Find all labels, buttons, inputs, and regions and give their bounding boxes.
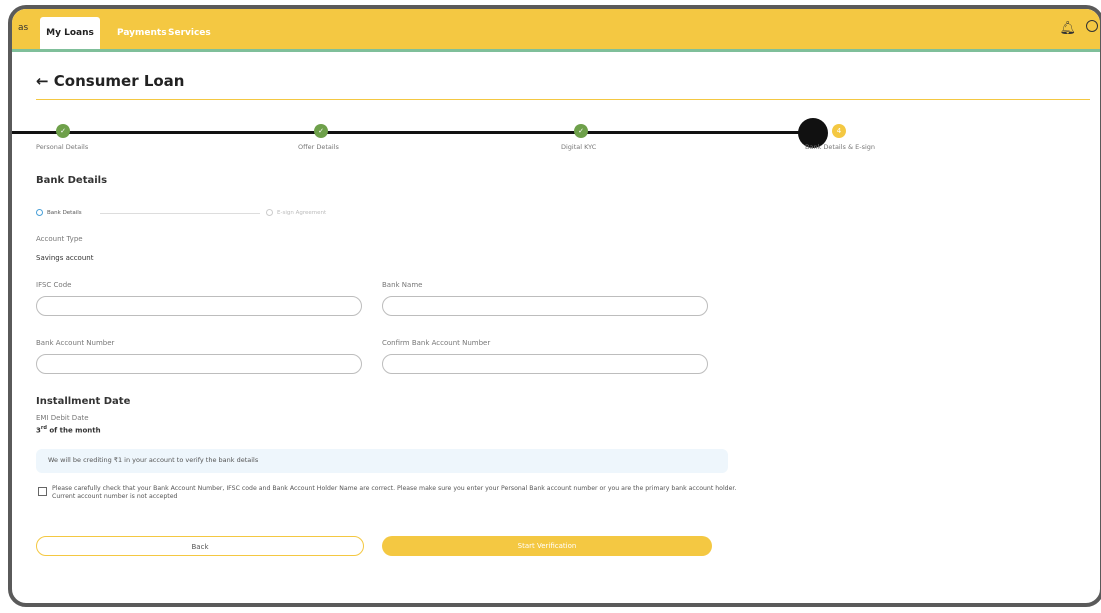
account-type-value: Savings account <box>36 254 94 262</box>
start-verification-button[interactable]: Start Verification <box>382 536 712 556</box>
step-3-check-icon: ✓ <box>574 124 588 138</box>
emi-value: 3rd of the month <box>36 425 101 434</box>
tab-my-loans[interactable]: My Loans <box>40 17 100 49</box>
tab-payments[interactable]: Payments <box>117 17 167 49</box>
emi-rest: of the month <box>46 426 101 435</box>
step-label-offer: Offer Details <box>298 143 339 151</box>
consent-text: Please carefully check that your Bank Ac… <box>52 485 737 500</box>
consent-checkbox[interactable] <box>38 487 47 496</box>
info-text: We will be crediting ₹1 in your account … <box>48 456 259 464</box>
substep-bank-details: Bank Details <box>36 209 82 216</box>
step-1-check-icon: ✓ <box>56 124 70 138</box>
ifsc-label: IFSC Code <box>36 281 72 289</box>
emi-label: EMI Debit Date <box>36 414 89 422</box>
page-title[interactable]: ← Consumer Loan <box>36 72 184 90</box>
account-type-label: Account Type <box>36 235 83 243</box>
step-label-personal: Personal Details <box>36 143 89 151</box>
info-banner: We will be crediting ₹1 in your account … <box>36 449 728 473</box>
step-label-bank: Bank Details & E-sign <box>805 143 876 151</box>
bell-icon[interactable]: 🔔︎ <box>1059 21 1076 36</box>
substep-active-icon <box>36 209 43 216</box>
substep-esign-label: E-sign Agreement <box>277 210 327 216</box>
substep-line <box>100 213 260 214</box>
bank-name-input[interactable] <box>382 296 708 316</box>
account-number-input[interactable] <box>36 354 362 374</box>
step-2-check-icon: ✓ <box>314 124 328 138</box>
user-icon[interactable] <box>1086 20 1098 32</box>
browser-frame: as My Loans Payments Services 🔔︎ ← Consu… <box>8 5 1101 607</box>
step-4-number: 4 <box>832 124 846 138</box>
installment-title: Installment Date <box>36 396 131 407</box>
confirm-account-input[interactable] <box>382 354 708 374</box>
substep-inactive-icon <box>266 209 273 216</box>
title-divider <box>36 99 1090 100</box>
step-label-kyc: Digital KYC <box>561 143 597 151</box>
bank-name-label: Bank Name <box>382 281 423 289</box>
top-navigation: as My Loans Payments Services 🔔︎ <box>12 9 1100 52</box>
back-button[interactable]: Back <box>36 536 364 556</box>
ifsc-input[interactable] <box>36 296 362 316</box>
substep-bank-label: Bank Details <box>47 210 82 216</box>
account-number-label: Bank Account Number <box>36 339 115 347</box>
nav-edge-item[interactable]: as <box>18 23 28 33</box>
stepper-line <box>12 131 810 134</box>
confirm-account-label: Confirm Bank Account Number <box>382 339 491 347</box>
tab-services[interactable]: Services <box>168 17 211 49</box>
bank-details-title: Bank Details <box>36 175 108 186</box>
substep-esign: E-sign Agreement <box>266 209 326 216</box>
